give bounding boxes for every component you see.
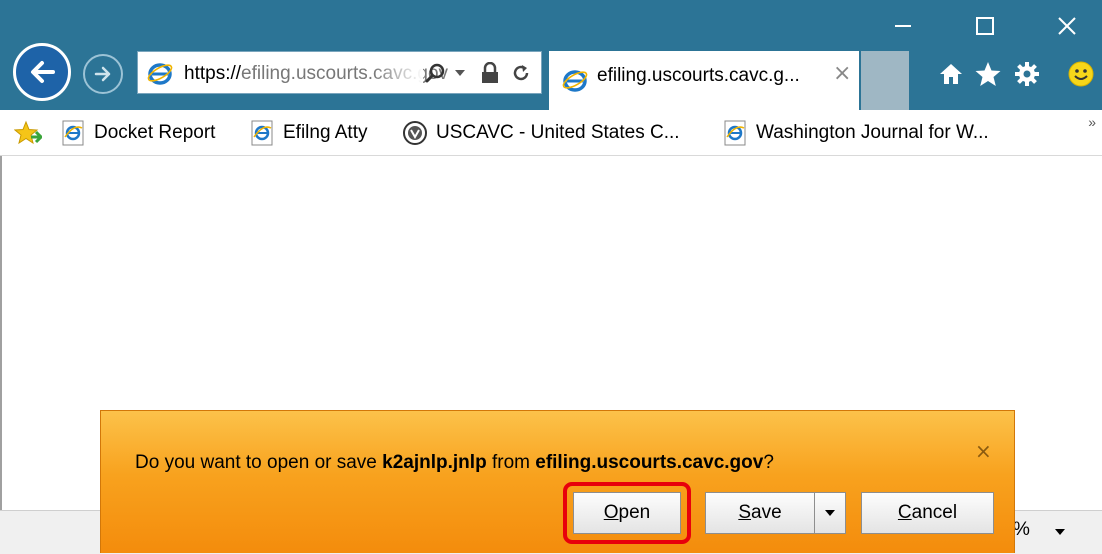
lock-icon[interactable] <box>479 61 501 85</box>
gear-icon[interactable] <box>1009 56 1045 92</box>
download-domain: efiling.uscourts.cavc.gov <box>535 452 764 473</box>
fav-item-label: USCAVC - United States C... <box>436 121 680 143</box>
refresh-icon[interactable] <box>509 61 533 85</box>
home-icon[interactable] <box>933 56 969 92</box>
close-icon[interactable] <box>1044 6 1090 46</box>
court-seal-icon <box>403 120 427 145</box>
zoom-level[interactable]: % <box>1013 519 1030 541</box>
add-to-favorites-button[interactable] <box>14 110 42 155</box>
fav-item-label: Docket Report <box>94 121 216 143</box>
download-notification-bar: Do you want to open or save k2ajnlp.jnlp… <box>100 410 1015 553</box>
address-bar[interactable]: https://efiling.uscourts.cavc.gov <box>137 51 542 94</box>
zoom-dropdown-icon[interactable] <box>1054 528 1066 536</box>
download-filename: k2ajnlp.jnlp <box>382 452 487 473</box>
favorites-bar: Docket Report Efilng Atty USCAVC - Unite… <box>0 110 1102 156</box>
download-prompt-text: Do you want to open or save k2ajnlp.jnlp… <box>135 452 774 473</box>
fav-item-washington-journal[interactable]: Washington Journal for W... <box>724 110 989 155</box>
new-tab-button[interactable] <box>861 51 909 110</box>
fav-item-efilng-atty[interactable]: Efilng Atty <box>251 110 368 155</box>
favorites-add-star-icon <box>14 120 42 144</box>
notification-close-icon[interactable]: × <box>975 439 992 463</box>
save-options-dropdown[interactable] <box>814 492 846 534</box>
search-icon[interactable] <box>424 61 448 85</box>
arrow-left-icon <box>31 61 55 83</box>
open-button[interactable]: Open <box>573 492 681 534</box>
fav-item-label: Washington Journal for W... <box>756 121 989 143</box>
ie-logo-icon <box>147 63 173 85</box>
title-bar: https://efiling.uscourts.cavc.gov efilin… <box>0 0 1102 110</box>
chevron-down-icon <box>825 510 835 516</box>
fav-item-label: Efilng Atty <box>283 121 368 143</box>
url-protocol: https:// <box>184 63 242 84</box>
forward-button[interactable] <box>83 54 123 94</box>
maximize-icon[interactable] <box>962 6 1008 46</box>
back-button[interactable] <box>13 43 71 101</box>
tab-efiling[interactable]: efiling.uscourts.cavc.g... × <box>549 51 859 110</box>
fav-item-docket-report[interactable]: Docket Report <box>62 110 215 155</box>
cancel-button[interactable]: Cancel <box>861 492 994 534</box>
favorites-overflow-chevron-icon[interactable]: » <box>1088 114 1096 130</box>
save-button[interactable]: Save <box>705 492 815 534</box>
tab-close-icon[interactable]: × <box>833 61 851 86</box>
ie-page-icon <box>62 120 84 145</box>
dropdown-arrow-icon[interactable] <box>452 61 468 85</box>
favorites-star-icon[interactable] <box>970 56 1006 92</box>
ie-page-icon <box>251 120 273 145</box>
minimize-icon[interactable] <box>880 6 926 46</box>
ie-logo-icon <box>562 70 588 92</box>
fav-item-uscavc[interactable]: USCAVC - United States C... <box>402 110 680 155</box>
arrow-right-icon <box>94 66 111 82</box>
smiley-feedback-icon[interactable] <box>1063 56 1099 92</box>
ie-page-icon <box>724 120 746 145</box>
tab-title: efiling.uscourts.cavc.g... <box>597 65 800 86</box>
